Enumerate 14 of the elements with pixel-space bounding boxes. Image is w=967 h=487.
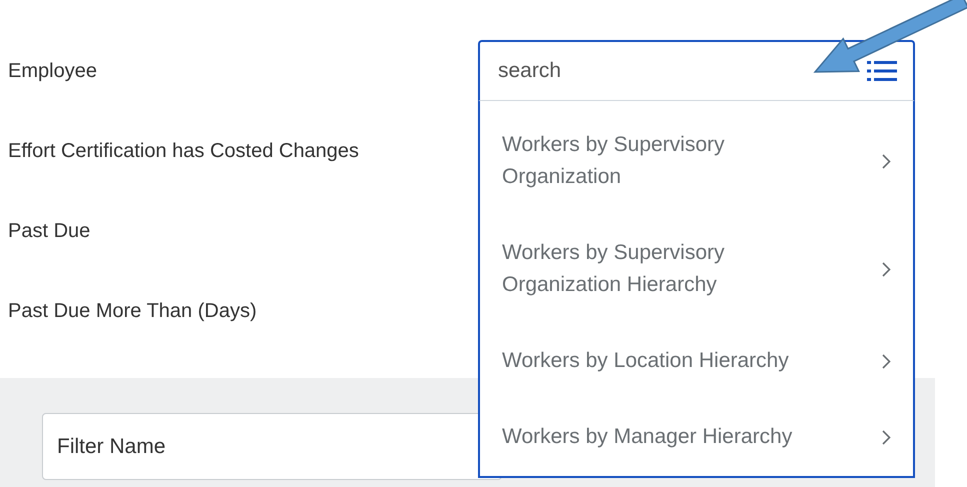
list-icon[interactable] [867,60,897,82]
field-label: Past Due [8,219,90,244]
search-field[interactable]: search [478,40,915,101]
chevron-right-icon [882,354,891,368]
filter-name-field[interactable]: Filter Name [42,413,502,480]
menu-item[interactable]: Workers by Supervisory Organization [480,107,913,215]
field-label: Past Due More Than (Days) [8,299,257,324]
chevron-right-icon [882,154,891,168]
menu-item[interactable]: Workers by Location Hierarchy [480,323,913,399]
field-label: Employee [8,59,97,84]
menu-item[interactable]: Workers by Supervisory Organization Hierarchy [480,215,913,323]
chevron-right-icon [882,430,891,444]
chevron-right-icon [882,262,891,276]
field-label: Effort Certification has Costed Changes [8,139,359,164]
